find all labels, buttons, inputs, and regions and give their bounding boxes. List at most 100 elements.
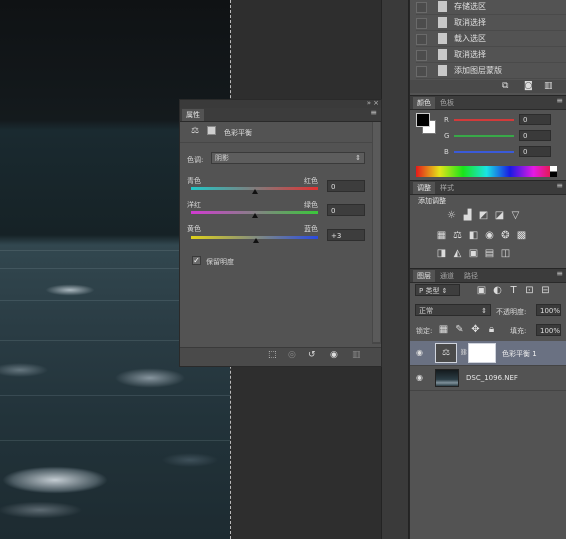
- tab-color[interactable]: 颜色: [413, 97, 435, 109]
- filter-shape-icon[interactable]: ⊡: [524, 285, 535, 296]
- fill-label: 填充:: [510, 327, 527, 335]
- black-white-icon[interactable]: ◧: [468, 230, 479, 241]
- layer-thumbnail-photo: [435, 369, 459, 387]
- cyan-red-value-input[interactable]: 0: [327, 180, 365, 192]
- filter-type-icon[interactable]: T: [508, 285, 519, 296]
- magenta-green-slider-thumb[interactable]: [251, 213, 258, 218]
- green-label: 绿色: [304, 201, 318, 209]
- history-item[interactable]: 载入选区: [416, 31, 566, 47]
- color-spectrum-ramp[interactable]: [416, 166, 557, 177]
- green-value-input[interactable]: 0: [519, 130, 551, 141]
- history-brush-source[interactable]: [416, 2, 427, 13]
- history-item[interactable]: 取消选择: [416, 15, 566, 31]
- eye-icon[interactable]: ◉: [416, 348, 427, 357]
- layer-row-selected[interactable]: ◉ ⚖ ⛓ 色彩平衡 1: [410, 341, 566, 366]
- tone-select[interactable]: 阴影 ⇕: [211, 152, 365, 164]
- tab-adjustments[interactable]: 调整: [413, 182, 435, 194]
- channel-mixer-icon[interactable]: ❂: [500, 230, 511, 241]
- close-icon[interactable]: ×: [373, 99, 379, 107]
- history-item[interactable]: 取消选择: [416, 47, 566, 63]
- panel-menu-icon[interactable]: ≡: [556, 96, 563, 105]
- vibrance-icon[interactable]: ▽: [510, 210, 521, 221]
- history-item-label: 取消选择: [454, 50, 486, 59]
- curves-icon[interactable]: ◩: [478, 210, 489, 221]
- color-panel-tabs: 颜色 色板 ≡: [410, 95, 566, 110]
- tab-styles[interactable]: 样式: [436, 182, 458, 194]
- gradient-map-icon[interactable]: ▤: [484, 248, 495, 259]
- adjustment-settings-icon[interactable]: ⚖: [191, 126, 199, 136]
- exposure-icon[interactable]: ◪: [494, 210, 505, 221]
- eye-icon[interactable]: ◉: [416, 373, 427, 382]
- layer-name[interactable]: 色彩平衡 1: [502, 349, 537, 359]
- panel-menu-icon[interactable]: ≡: [370, 108, 377, 117]
- properties-scrollbar[interactable]: [372, 122, 381, 344]
- history-brush-source[interactable]: [416, 18, 427, 29]
- posterize-icon[interactable]: ◭: [452, 248, 463, 259]
- red-slider[interactable]: [454, 119, 514, 121]
- color-balance-icon[interactable]: ⚖: [452, 230, 463, 241]
- color-lookup-icon[interactable]: ▩: [516, 230, 527, 241]
- threshold-icon[interactable]: ▣: [468, 248, 479, 259]
- blue-slider[interactable]: [454, 151, 514, 153]
- layers-panel-tabs: 图层 通道 路径 ≡: [410, 268, 566, 283]
- trash-icon[interactable]: ▥: [544, 81, 553, 91]
- mask-icon[interactable]: [207, 126, 216, 135]
- visibility-eye-icon[interactable]: ◉: [330, 350, 338, 360]
- layer-mask-link-icon[interactable]: ⛓: [460, 349, 468, 356]
- tab-paths[interactable]: 路径: [460, 270, 482, 282]
- history-brush-source[interactable]: [416, 50, 427, 61]
- lock-position-icon[interactable]: ✥: [470, 324, 481, 335]
- filter-pixel-icon[interactable]: ▣: [476, 285, 487, 296]
- history-brush-source[interactable]: [416, 34, 427, 45]
- brightness-contrast-icon[interactable]: ☼: [446, 210, 457, 221]
- layer-name[interactable]: DSC_1096.NEF: [466, 374, 518, 382]
- lock-image-icon[interactable]: ✎: [454, 324, 465, 335]
- layer-filter-kind-select[interactable]: P 类型 ⇕: [415, 284, 460, 296]
- camera-icon[interactable]: ◙: [524, 81, 533, 91]
- tab-swatches[interactable]: 色板: [436, 97, 458, 109]
- photo-filter-icon[interactable]: ◉: [484, 230, 495, 241]
- hue-saturation-icon[interactable]: ▦: [436, 230, 447, 241]
- history-item[interactable]: 存储选区: [416, 0, 566, 15]
- history-brush-source[interactable]: [416, 66, 427, 77]
- yellow-blue-slider-thumb[interactable]: [253, 238, 260, 243]
- invert-icon[interactable]: ◨: [436, 248, 447, 259]
- filter-smart-object-icon[interactable]: ⊟: [540, 285, 551, 296]
- yellow-blue-value-input[interactable]: +3: [327, 229, 365, 241]
- blend-mode-select[interactable]: 正常 ⇕: [415, 304, 491, 316]
- new-document-from-state-icon[interactable]: ⧉: [502, 81, 508, 91]
- collapse-icon[interactable]: »: [367, 99, 371, 107]
- cyan-red-slider-thumb[interactable]: [251, 189, 258, 194]
- red-value-input[interactable]: 0: [519, 114, 551, 125]
- history-item[interactable]: 添加图层蒙版: [416, 63, 566, 79]
- panel-menu-icon[interactable]: ≡: [556, 181, 563, 190]
- trash-icon[interactable]: ▥: [352, 350, 361, 360]
- green-slider[interactable]: [454, 135, 514, 137]
- view-previous-state-icon[interactable]: ◎: [288, 350, 296, 360]
- reset-icon[interactable]: ↺: [308, 350, 316, 360]
- lock-label: 锁定:: [416, 327, 433, 335]
- opacity-input[interactable]: 100%: [536, 304, 561, 316]
- panel-title-bar[interactable]: » ×: [180, 99, 381, 108]
- scrollbar-thumb[interactable]: [373, 122, 380, 342]
- filter-adjustment-icon[interactable]: ◐: [492, 285, 503, 296]
- layer-mask-thumbnail[interactable]: [468, 343, 496, 363]
- lock-all-icon[interactable]: 🔒︎: [486, 324, 497, 335]
- layer-row[interactable]: ◉ DSC_1096.NEF: [410, 366, 566, 391]
- tab-channels[interactable]: 通道: [436, 270, 458, 282]
- fill-input[interactable]: 100%: [536, 324, 561, 336]
- panel-menu-icon[interactable]: ≡: [556, 269, 563, 278]
- magenta-green-value-input[interactable]: 0: [327, 204, 365, 216]
- black-white-ramp[interactable]: [550, 166, 557, 177]
- panel-dock-collapsed[interactable]: [381, 0, 409, 539]
- levels-icon[interactable]: ▟: [462, 210, 473, 221]
- green-channel-label: G: [444, 132, 450, 140]
- clip-to-layer-icon[interactable]: ⬚: [268, 350, 277, 360]
- tab-layers[interactable]: 图层: [413, 270, 435, 282]
- preserve-luminosity-checkbox[interactable]: ✓: [192, 256, 201, 265]
- blue-value-input[interactable]: 0: [519, 146, 551, 157]
- tab-properties[interactable]: 属性: [182, 109, 204, 121]
- selective-color-icon[interactable]: ◫: [500, 248, 511, 259]
- lock-transparent-icon[interactable]: ▦: [438, 324, 449, 335]
- tone-select-value: 阴影: [215, 154, 229, 162]
